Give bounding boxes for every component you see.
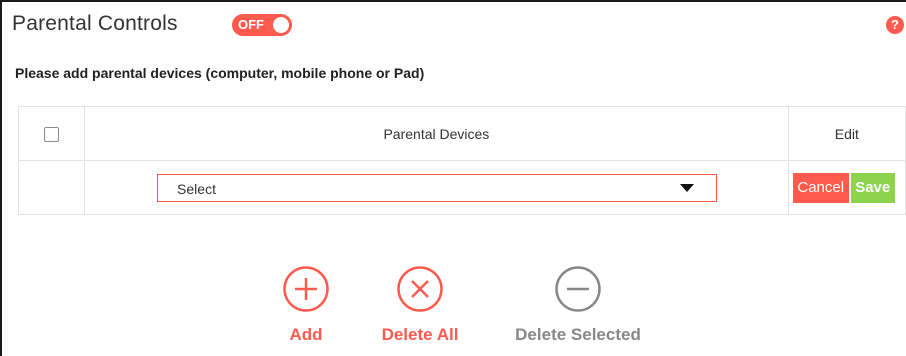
instruction-text: Please add parental devices (computer, m… [15, 65, 425, 81]
parental-devices-table: Parental Devices Edit Select Cancel Save [17, 106, 906, 215]
question-circle-icon[interactable]: ? [886, 16, 904, 34]
add-label: Add [289, 325, 323, 344]
delete-all-button[interactable]: Delete All [372, 266, 468, 345]
select-all-cell [17, 106, 86, 161]
delete-selected-label: Delete Selected [515, 325, 641, 344]
x-circle-icon [397, 266, 443, 312]
toggle-label: OFF [238, 17, 264, 32]
plus-circle-icon [283, 266, 329, 312]
add-button[interactable]: Add [275, 266, 337, 345]
column-header-edit: Edit [787, 106, 906, 161]
select-all-checkbox[interactable] [44, 126, 60, 142]
table-header-row: Parental Devices Edit [17, 106, 906, 161]
cancel-button[interactable]: Cancel [792, 173, 849, 203]
toggle-knob [273, 17, 289, 33]
save-button[interactable]: Save [850, 173, 895, 203]
delete-all-label: Delete All [381, 325, 459, 344]
row-check-cell [17, 160, 86, 215]
parental-controls-toggle[interactable]: OFF [232, 14, 292, 36]
device-select-value: Select [177, 180, 216, 197]
delete-selected-button[interactable]: Delete Selected [500, 266, 656, 345]
dropdown-arrow-icon [680, 183, 695, 192]
device-cell: Select [84, 160, 789, 215]
page-title: Parental Controls [12, 12, 178, 35]
edit-cell: Cancel Save [787, 160, 906, 215]
minus-circle-icon [555, 266, 601, 312]
device-select[interactable]: Select [157, 173, 718, 202]
column-header-devices: Parental Devices [84, 106, 789, 161]
table-row: Select Cancel Save [17, 160, 906, 215]
